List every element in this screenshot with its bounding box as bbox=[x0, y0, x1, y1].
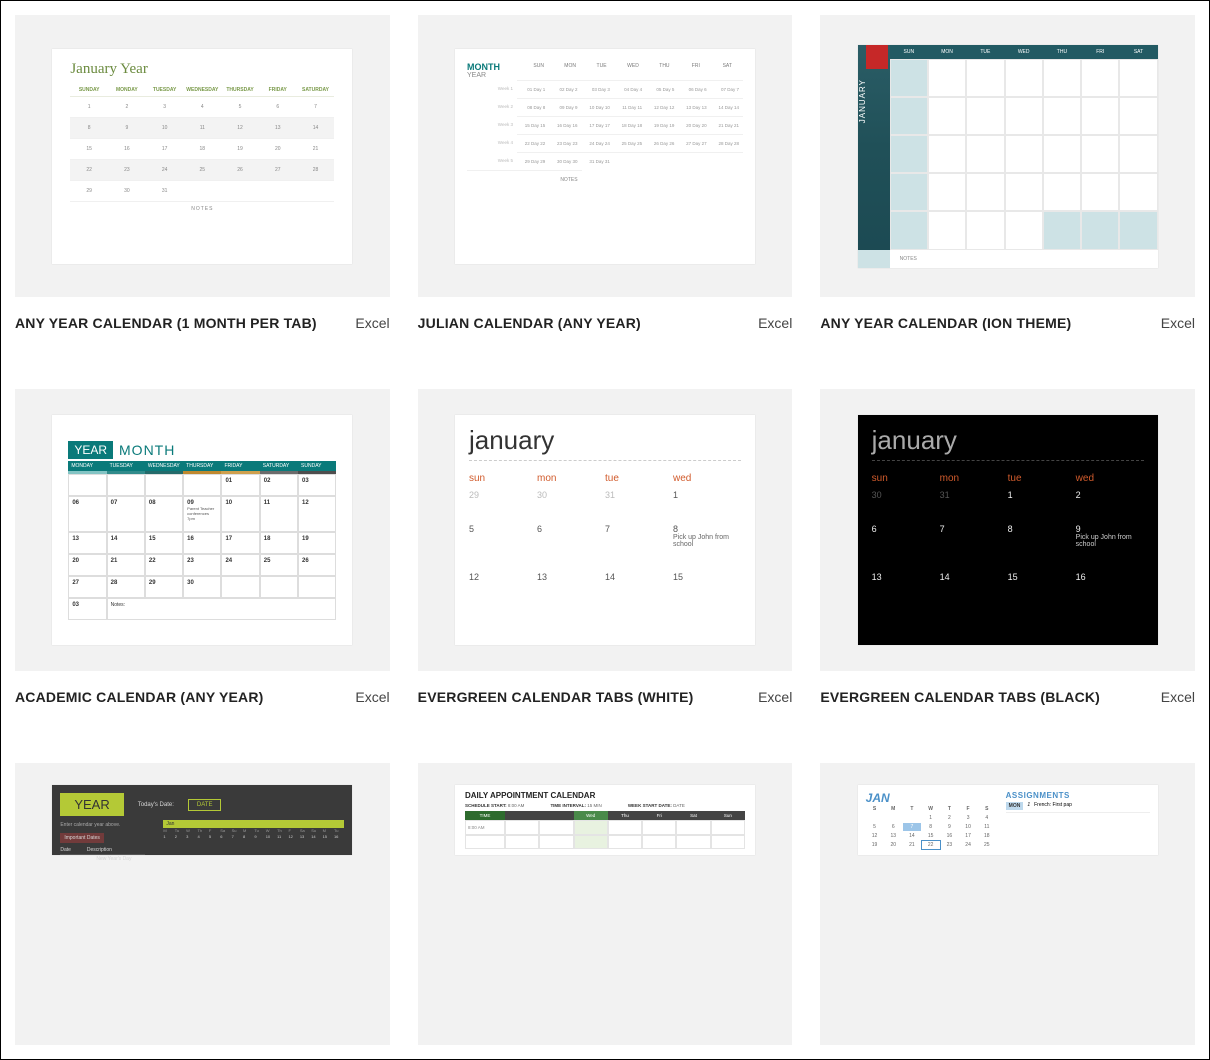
template-thumb: YEAR Today's Date: DATE Enter calendar y… bbox=[15, 763, 390, 1045]
enter-year-hint: Enter calendar year above. bbox=[60, 822, 145, 828]
template-thumb: January Year SUNDAYMONDAYTUESDAYWEDNESDA… bbox=[15, 15, 390, 297]
todays-date-label: Today's Date: bbox=[138, 802, 174, 808]
template-app: Excel bbox=[758, 689, 792, 705]
template-app: Excel bbox=[355, 689, 389, 705]
template-thumb: january sunmontuewed29303115678Pick up J… bbox=[418, 389, 793, 671]
template-grid: January Year SUNDAYMONDAYTUESDAYWEDNESDA… bbox=[15, 15, 1195, 1045]
template-title: ANY YEAR CALENDAR (ION THEME) bbox=[820, 315, 1071, 331]
template-title: ANY YEAR CALENDAR (1 MONTH PER TAB) bbox=[15, 315, 317, 331]
template-thumb: january sunmontuewed3031126789Pick up Jo… bbox=[820, 389, 1195, 671]
template-thumb: JAN SMTWTFS12345678910111213141516171819… bbox=[820, 763, 1195, 1045]
date-value: DATE bbox=[188, 799, 222, 811]
template-card-any-year-1mo[interactable]: January Year SUNDAYMONDAYTUESDAYWEDNESDA… bbox=[15, 15, 390, 373]
template-thumb: DAILY APPOINTMENT CALENDAR SCHEDULE STAR… bbox=[418, 763, 793, 1045]
month-label: MONTH bbox=[467, 63, 523, 73]
year-label: YEAR bbox=[68, 441, 113, 459]
template-card-academic[interactable]: YEAR MONTH MONDAYTUESDAYWEDNESDAYTHURSDA… bbox=[15, 389, 390, 747]
template-thumb: YEAR MONTH MONDAYTUESDAYWEDNESDAYTHURSDA… bbox=[15, 389, 390, 671]
calendar-title: DAILY APPOINTMENT CALENDAR bbox=[465, 791, 745, 800]
month-label: JAN bbox=[866, 791, 996, 805]
template-title: EVERGREEN CALENDAR TABS (WHITE) bbox=[418, 689, 694, 705]
cal-title: january bbox=[872, 425, 1144, 456]
template-card-any-year-custom[interactable]: YEAR Today's Date: DATE Enter calendar y… bbox=[15, 763, 390, 1045]
template-title: EVERGREEN CALENDAR TABS (BLACK) bbox=[820, 689, 1100, 705]
cal-title: January Year bbox=[70, 61, 334, 78]
notes-label: NOTES bbox=[890, 250, 1158, 268]
important-dates-label: Important Dates bbox=[60, 833, 104, 843]
year-label: YEAR bbox=[467, 72, 523, 80]
cal-title: january bbox=[469, 425, 741, 456]
template-card-evergreen-black[interactable]: january sunmontuewed3031126789Pick up Jo… bbox=[820, 389, 1195, 747]
template-card-assignments[interactable]: JAN SMTWTFS12345678910111213141516171819… bbox=[820, 763, 1195, 1045]
year-label: YEAR bbox=[60, 793, 123, 816]
year-tab bbox=[866, 45, 888, 69]
template-app: Excel bbox=[1161, 689, 1195, 705]
template-title: JULIAN CALENDAR (ANY YEAR) bbox=[418, 315, 641, 331]
template-app: Excel bbox=[1161, 315, 1195, 331]
template-app: Excel bbox=[355, 315, 389, 331]
assignments-header: ASSIGNMENTS bbox=[1006, 791, 1150, 800]
template-title: ACADEMIC CALENDAR (ANY YEAR) bbox=[15, 689, 264, 705]
mini-month: Jan bbox=[163, 820, 344, 828]
month-label: JANUARY bbox=[858, 79, 867, 123]
template-thumb: MONTH YEAR SUNMONTUEWEDTHUFRISAT Week 10… bbox=[418, 15, 793, 297]
template-thumb: JANUARY SUNMONTUEWEDTHUFRISAT NOTES bbox=[820, 15, 1195, 297]
template-card-julian[interactable]: MONTH YEAR SUNMONTUEWEDTHUFRISAT Week 10… bbox=[418, 15, 793, 373]
month-label: MONTH bbox=[119, 442, 175, 458]
template-card-evergreen-white[interactable]: january sunmontuewed29303115678Pick up J… bbox=[418, 389, 793, 747]
template-card-ion[interactable]: JANUARY SUNMONTUEWEDTHUFRISAT NOTES ANY … bbox=[820, 15, 1195, 373]
template-card-daily-appointment[interactable]: DAILY APPOINTMENT CALENDAR SCHEDULE STAR… bbox=[418, 763, 793, 1045]
template-app: Excel bbox=[758, 315, 792, 331]
